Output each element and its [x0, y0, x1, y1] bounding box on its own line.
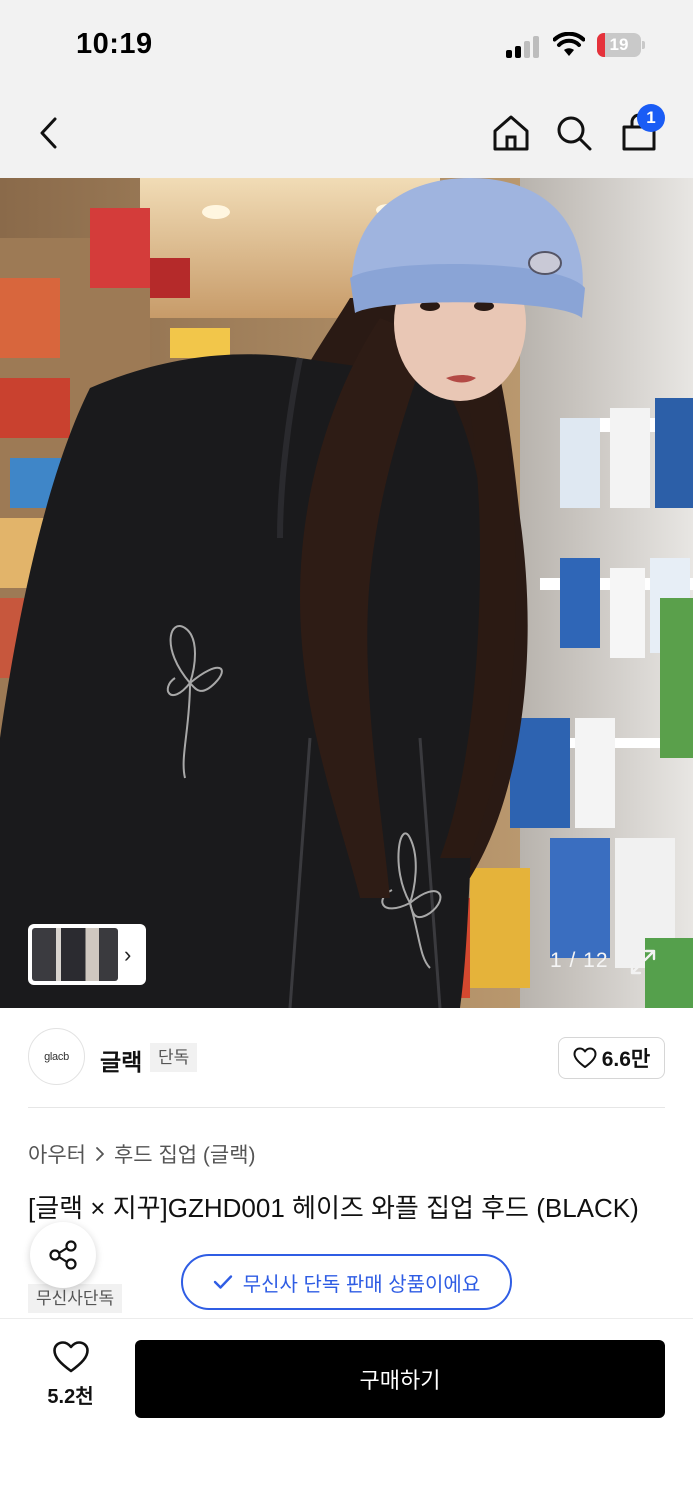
- wishlist-button[interactable]: 5.2천: [28, 1340, 113, 1420]
- status-bar: 10:19 19: [0, 0, 693, 92]
- clock: 10:19: [76, 28, 153, 60]
- share-icon: [49, 1240, 77, 1270]
- heart-icon: [52, 1341, 89, 1373]
- wifi-icon: [553, 32, 585, 56]
- buy-button[interactable]: 구매하기: [135, 1340, 665, 1418]
- chevron-right-icon: ›: [124, 941, 132, 967]
- battery-icon: 19: [597, 33, 645, 57]
- breadcrumb-item[interactable]: 후드 집업 (글랙): [114, 1139, 256, 1169]
- exclusive-tag: 무신사단독: [28, 1284, 123, 1313]
- expand-icon[interactable]: [628, 947, 658, 977]
- search-icon: [557, 116, 592, 151]
- brand-logo-text: glacb: [44, 1050, 69, 1063]
- product-photo: [0, 178, 693, 1008]
- divider: [28, 1107, 665, 1108]
- back-button[interactable]: [28, 112, 70, 154]
- cart-count-badge: 1: [637, 104, 665, 132]
- wishlist-count: 5.2천: [47, 1386, 94, 1408]
- home-icon: [493, 115, 529, 151]
- brand-exclusive-tag: 단독: [150, 1043, 198, 1072]
- image-page-counter: 1 / 12: [550, 949, 609, 972]
- search-button[interactable]: [553, 112, 595, 154]
- nav-bar: [0, 92, 693, 178]
- cellular-signal-icon: [506, 36, 542, 58]
- chevron-left-icon: [40, 117, 57, 149]
- heart-icon: [573, 1047, 597, 1068]
- exclusive-notice-text: 무신사 단독 판매 상품이에요: [242, 1273, 481, 1296]
- brand-like-button[interactable]: 6.6만: [558, 1037, 665, 1079]
- breadcrumb: 아우터 후드 집업 (글랙): [28, 1139, 256, 1169]
- product-image[interactable]: 1 / 12: [0, 178, 693, 1008]
- chevron-right-icon: [96, 1147, 104, 1161]
- thumbnail-strip[interactable]: ›: [28, 924, 146, 985]
- share-button[interactable]: [30, 1222, 96, 1288]
- product-title: [글랙 × 지꾸]GZHD001 헤이즈 와플 집업 후드 (BLACK): [28, 1193, 639, 1223]
- brand-logo[interactable]: glacb: [28, 1028, 85, 1085]
- brand-name[interactable]: 글랙: [100, 1043, 142, 1077]
- brand-like-count: 6.6만: [601, 1048, 651, 1071]
- thumbnail-image[interactable]: [32, 928, 118, 981]
- exclusive-notice: 무신사 단독 판매 상품이에요: [181, 1254, 512, 1310]
- checkmark-icon: [213, 1275, 232, 1289]
- breadcrumb-item[interactable]: 아우터: [28, 1139, 86, 1169]
- home-button[interactable]: [490, 112, 532, 154]
- battery-level: 19: [609, 35, 629, 54]
